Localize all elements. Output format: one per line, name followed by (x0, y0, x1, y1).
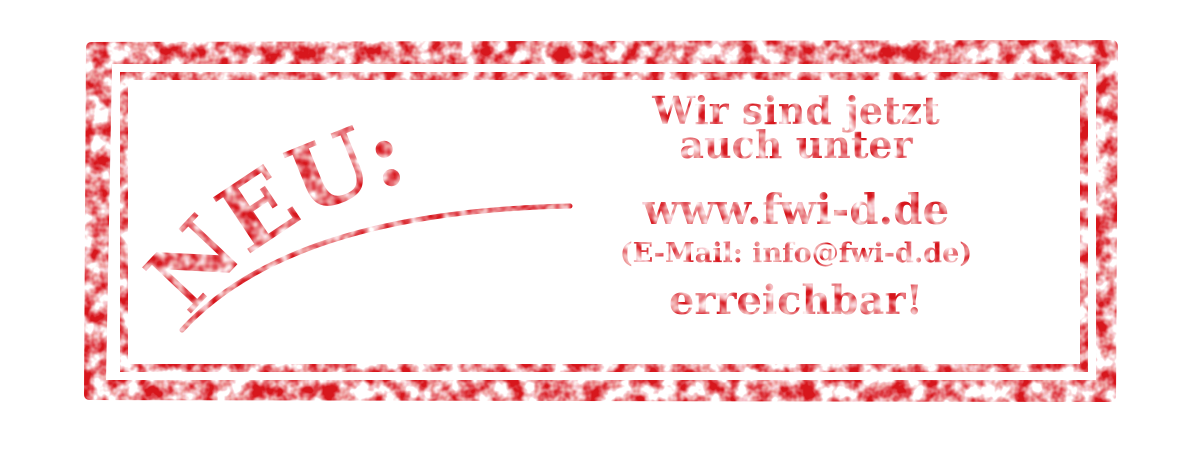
website-url: www.fwi-d.de (642, 185, 950, 234)
headline-neu: NEU: (126, 97, 416, 331)
rubber-stamp: NEU: Wir sind jetzt auch unter www.fwi-d… (0, 0, 1200, 450)
stamp-graphic: NEU: Wir sind jetzt auch unter www.fwi-d… (84, 40, 1118, 402)
message-closing: erreichbar! (669, 277, 923, 324)
email-address: (E-Mail: info@fwi-d.de) (620, 238, 972, 269)
message-line-2: auch unter (679, 122, 913, 167)
